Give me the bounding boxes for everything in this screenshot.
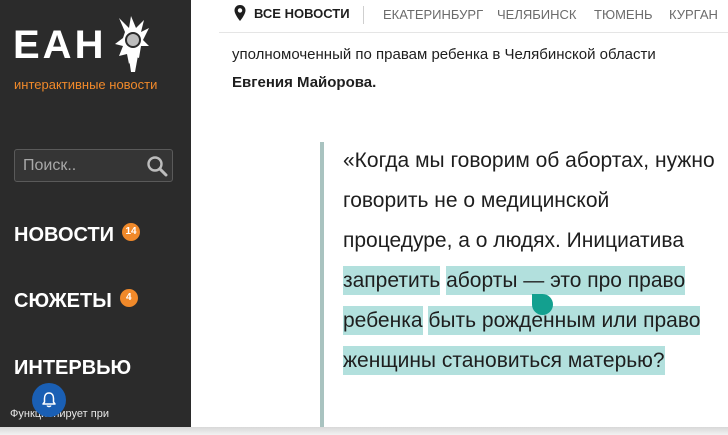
city-link-tyumen[interactable]: ТЮМЕНЬ [594, 7, 653, 22]
search-input[interactable] [23, 150, 143, 181]
search-box [14, 149, 173, 182]
nav-item-label: ИНТЕРВЬЮ [14, 357, 132, 379]
selection-handle[interactable] [532, 294, 553, 315]
paragraph-text: уполномоченный по правам ребенка в Челяб… [232, 46, 656, 63]
quote-text: «Когда мы говорим об абортах, нужно гово… [343, 149, 715, 252]
site-logo[interactable]: ЕАН [13, 25, 106, 65]
all-news-label: ВСЕ НОВОСТИ [254, 5, 350, 21]
stories-count-badge: 4 [119, 288, 138, 307]
nav-item-label: НОВОСТИ [14, 224, 115, 246]
quote-bar [320, 142, 324, 435]
nav-item-stories[interactable]: СЮЖЕТЫ 4 [14, 288, 138, 313]
article-paragraph: уполномоченный по правам ребенка в Челяб… [232, 41, 712, 97]
notifications-button[interactable] [32, 383, 66, 417]
city-link-ekaterinburg[interactable]: ЕКАТЕРИНБУРГ [383, 7, 483, 22]
top-navigation: ВСЕ НОВОСТИ ЕКАТЕРИНБУРГ ЧЕЛЯБИНСК ТЮМЕН… [219, 0, 728, 33]
location-pin-icon [234, 5, 246, 21]
nav-item-news[interactable]: НОВОСТИ 14 [14, 222, 141, 247]
nav-item-interview[interactable]: ИНТЕРВЬЮ [14, 357, 131, 380]
article-quote: «Когда мы говорим об абортах, нужно гово… [343, 141, 723, 381]
nav-divider [363, 6, 364, 24]
selected-text: женщины становиться матерью? [343, 346, 665, 375]
city-link-chelyabinsk[interactable]: ЧЕЛЯБИНСК [497, 7, 576, 22]
selected-text: запретить [343, 266, 441, 295]
city-link-kurgan[interactable]: КУРГАН [669, 7, 718, 22]
sidebar: ЕАН интерактивные новости НОВОСТИ 14 СЮЖ… [0, 0, 191, 435]
logo-portrait-icon [115, 16, 149, 72]
nav-item-label: СЮЖЕТЫ [14, 290, 112, 312]
search-icon[interactable] [146, 155, 168, 177]
selected-text: быть рожденным или право [428, 306, 701, 335]
bottom-bar [0, 427, 728, 435]
site-tagline: интерактивные новости [14, 77, 158, 92]
news-count-badge: 14 [122, 222, 141, 241]
all-news-link[interactable]: ВСЕ НОВОСТИ [233, 4, 350, 22]
bell-icon [42, 392, 56, 408]
person-name: Евгения Майорова. [232, 74, 377, 91]
